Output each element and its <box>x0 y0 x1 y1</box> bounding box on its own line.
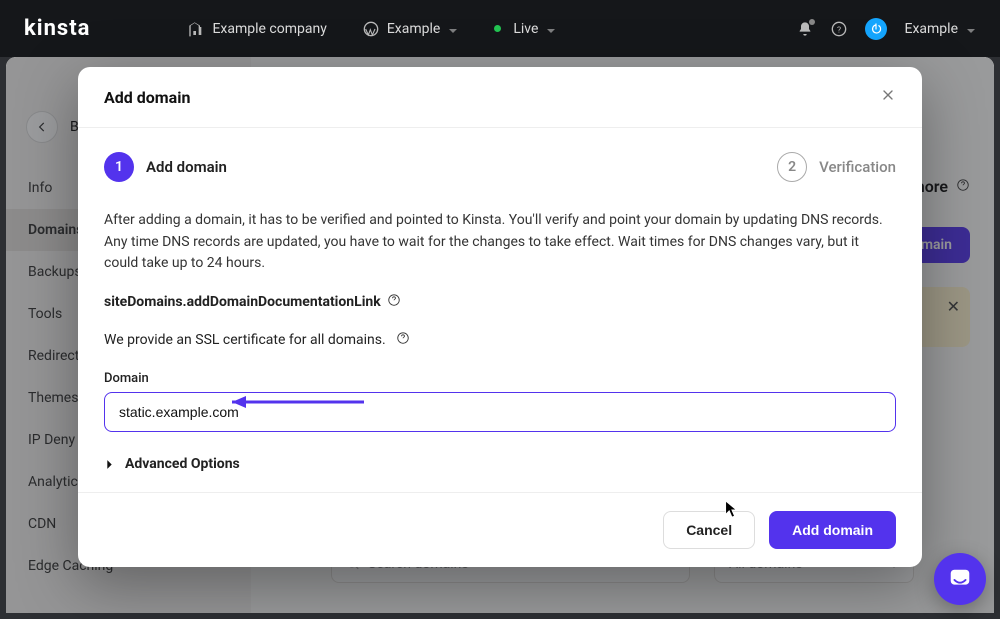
domain-field-label: Domain <box>104 371 896 386</box>
modal-title: Add domain <box>104 88 190 107</box>
top-bar: kinsta Example company Example Live ? <box>0 0 1000 57</box>
building-icon <box>188 21 204 37</box>
company-picker[interactable]: Example company <box>188 21 326 37</box>
step-1-badge: 1 <box>104 152 134 182</box>
help-circle-icon[interactable] <box>396 331 410 349</box>
notifications-button[interactable] <box>797 21 813 37</box>
cursor-icon <box>724 500 738 518</box>
modal-body: 1 Add domain 2 Verification After adding… <box>78 128 922 492</box>
documentation-link[interactable]: siteDomains.addDomainDocumentationLink <box>104 293 896 311</box>
user-menu[interactable]: Example <box>905 21 976 37</box>
svg-text:?: ? <box>836 25 840 35</box>
power-button[interactable] <box>865 18 887 40</box>
stepper: 1 Add domain 2 Verification <box>104 152 896 182</box>
chat-launcher[interactable] <box>934 553 986 605</box>
domain-input[interactable] <box>104 392 896 432</box>
step-2-label: Verification <box>819 158 896 176</box>
step-2-badge: 2 <box>777 152 807 182</box>
help-icon: ? <box>831 21 847 37</box>
help-circle-icon <box>387 293 401 311</box>
power-icon <box>865 18 887 40</box>
wordpress-icon <box>363 21 379 37</box>
env-label: Live <box>513 21 538 37</box>
modal-footer: Cancel Add domain <box>78 492 922 567</box>
site-picker[interactable]: Example <box>363 21 458 37</box>
step-2: 2 Verification <box>777 152 896 182</box>
chevron-down-icon <box>966 24 976 34</box>
env-picker[interactable]: Live <box>494 21 556 37</box>
intro-text: After adding a domain, it has to be veri… <box>104 210 896 275</box>
site-name: Example <box>387 21 440 37</box>
brand-logo: kinsta <box>24 16 90 41</box>
add-domain-submit-button[interactable]: Add domain <box>769 511 896 549</box>
help-button[interactable]: ? <box>831 21 847 37</box>
status-dot-icon <box>494 25 501 32</box>
ssl-note: We provide an SSL certificate for all do… <box>104 331 896 349</box>
chat-icon <box>947 566 973 592</box>
step-1-label: Add domain <box>146 158 227 176</box>
add-domain-modal: Add domain 1 Add domain 2 Verification A… <box>78 67 922 567</box>
advanced-options-toggle[interactable]: Advanced Options <box>104 456 896 472</box>
chevron-down-icon <box>546 24 556 34</box>
modal-header: Add domain <box>78 67 922 128</box>
user-name: Example <box>905 21 958 37</box>
cancel-button[interactable]: Cancel <box>663 511 755 549</box>
company-name: Example company <box>212 21 326 37</box>
chevron-right-icon <box>104 459 115 470</box>
chevron-down-icon <box>448 24 458 34</box>
step-1: 1 Add domain <box>104 152 227 182</box>
modal-close-button[interactable] <box>880 87 896 107</box>
